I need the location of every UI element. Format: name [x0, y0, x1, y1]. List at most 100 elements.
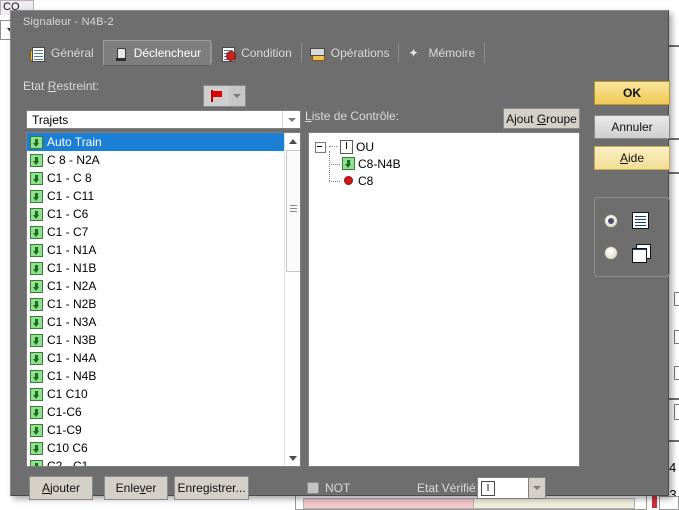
help-label: Aide	[619, 151, 645, 165]
tab-label: Mémoire	[428, 46, 476, 60]
trajets-listbox[interactable]: Auto Train C 8 - N2A C1 - C 8 C1 - C11 C1 - …	[26, 132, 301, 467]
list-item[interactable]: C1 - C7	[27, 223, 285, 241]
list-item[interactable]: C1 - C11	[27, 187, 285, 205]
green-arrow-icon	[30, 423, 43, 437]
help-button[interactable]: Aide	[594, 146, 670, 170]
scrollbar-thumb[interactable]	[286, 150, 300, 272]
document-stop-icon	[220, 46, 237, 62]
list-item[interactable]: C 8 - N2A	[27, 151, 285, 169]
list-view-icon[interactable]	[632, 212, 649, 229]
background-field[interactable]	[674, 404, 679, 420]
list-item[interactable]: C1 - N1A	[27, 241, 285, 259]
green-arrow-icon	[30, 279, 43, 293]
list-item[interactable]: C2 - C1	[27, 457, 285, 467]
list-item[interactable]: C1 - N4B	[27, 367, 285, 385]
tab-memoire[interactable]: ✦ Mémoire	[398, 40, 484, 66]
green-arrow-icon	[30, 171, 43, 185]
tab-declencheur[interactable]: Déclencheur	[102, 40, 212, 66]
tree-root-node[interactable]: I OU	[315, 139, 579, 155]
etat-verifie-dropdown-button[interactable]	[529, 477, 546, 499]
list-item[interactable]: C1 - C6	[27, 205, 285, 223]
list-item-label: C1 - C6	[47, 207, 89, 221]
add-button[interactable]: Ajouter	[29, 476, 93, 500]
background-divider	[668, 398, 679, 400]
view-mode-option-tile[interactable]	[604, 244, 651, 263]
list-item[interactable]: C1-C9	[27, 421, 285, 439]
not-label: NOT	[325, 481, 351, 495]
background-field[interactable]	[674, 330, 679, 344]
tree-root-label: OU	[356, 140, 374, 154]
scroll-down-button[interactable]	[285, 450, 300, 466]
list-item-label: C10 C6	[47, 441, 88, 455]
cancel-button[interactable]: Annuler	[594, 115, 670, 139]
tree-node-c8[interactable]: C8	[329, 172, 579, 189]
green-arrow-icon	[30, 135, 43, 149]
tab-operations[interactable]: Opérations	[300, 40, 399, 66]
tile-view-icon[interactable]	[632, 244, 651, 263]
green-arrow-icon	[30, 243, 43, 257]
background-field[interactable]	[674, 366, 679, 380]
chevron-down-icon	[533, 486, 541, 490]
ok-button[interactable]: OK	[594, 81, 670, 105]
list-item[interactable]: C1 - C 8	[27, 169, 285, 187]
radio-list-view[interactable]	[604, 213, 618, 228]
tree-node-label: C8-N4B	[358, 156, 401, 171]
list-item[interactable]: C1 - N4A	[27, 349, 285, 367]
view-mode-option-list[interactable]	[604, 212, 649, 229]
save-button[interactable]: Enregistrer...	[174, 476, 249, 500]
tab-label: Opérations	[330, 46, 390, 60]
green-arrow-icon	[30, 189, 43, 203]
trajets-combobox[interactable]: Trajets	[26, 110, 301, 129]
signaleur-dialog: Signaleur - N4B-2 Général Déclencheur Co…	[10, 10, 670, 500]
restricted-state-dropdown[interactable]	[229, 85, 246, 107]
chevron-down-icon	[287, 117, 296, 122]
list-item[interactable]: Auto Train	[27, 133, 285, 151]
list-item[interactable]: C1 C10	[27, 385, 285, 403]
list-item-label: C1 - N4B	[47, 369, 97, 383]
add-label: Ajouter	[41, 481, 81, 495]
green-arrow-icon	[30, 333, 43, 347]
list-item[interactable]: C1 - N2A	[27, 277, 285, 295]
tree-children: C8-N4B C8	[329, 151, 579, 189]
not-checkbox[interactable]	[307, 482, 319, 494]
list-item[interactable]: C1 - N3A	[27, 313, 285, 331]
remove-button[interactable]: Enlever	[104, 476, 168, 500]
list-scrollbar[interactable]	[284, 133, 300, 466]
background-label-4: 4	[669, 460, 677, 475]
tab-label: Général	[51, 46, 94, 60]
green-arrow-icon	[30, 387, 43, 401]
view-mode-group	[594, 197, 670, 277]
green-arrow-icon	[30, 261, 43, 275]
tab-general[interactable]: Général	[21, 40, 103, 66]
red-flag-icon	[210, 90, 224, 102]
list-item[interactable]: C1-C6	[27, 403, 285, 421]
radio-tile-view[interactable]	[604, 245, 618, 260]
liste-controle-label: Liste de Contrôle:	[305, 109, 400, 123]
save-label: Enregistrer...	[177, 481, 246, 495]
tree-node-c8-n4b[interactable]: C8-N4B	[329, 155, 579, 172]
green-arrow-icon	[30, 225, 43, 239]
stamp-icon	[113, 46, 129, 61]
list-item[interactable]: C1 - N2B	[27, 295, 285, 313]
restricted-state-flag-button[interactable]	[203, 85, 231, 107]
list-item-label: C1-C9	[47, 423, 82, 437]
green-arrow-icon	[30, 207, 43, 221]
scroll-up-button[interactable]	[285, 133, 300, 149]
triangle-up-icon	[289, 138, 297, 144]
etat-verifie-combobox[interactable]: I	[477, 477, 529, 499]
green-arrow-icon	[30, 441, 43, 455]
list-item[interactable]: C1 - N1B	[27, 259, 285, 277]
background-field[interactable]	[674, 292, 679, 306]
tab-condition[interactable]: Condition	[211, 40, 301, 66]
collapse-icon[interactable]	[315, 141, 326, 153]
tab-separator	[484, 43, 486, 63]
ajout-groupe-button[interactable]: Ajout Groupe	[503, 108, 580, 129]
triangle-down-icon	[289, 455, 297, 461]
list-item[interactable]: C1 - N3B	[27, 331, 285, 349]
green-arrow-icon	[30, 153, 43, 167]
list-item-label: Auto Train	[47, 135, 102, 149]
list-item[interactable]: C10 C6	[27, 439, 285, 457]
trajets-dropdown-button[interactable]	[282, 111, 300, 128]
controle-treeview[interactable]: I OU C8-N4B C8	[308, 132, 580, 467]
list-item-label: C2 - C1	[47, 459, 89, 467]
